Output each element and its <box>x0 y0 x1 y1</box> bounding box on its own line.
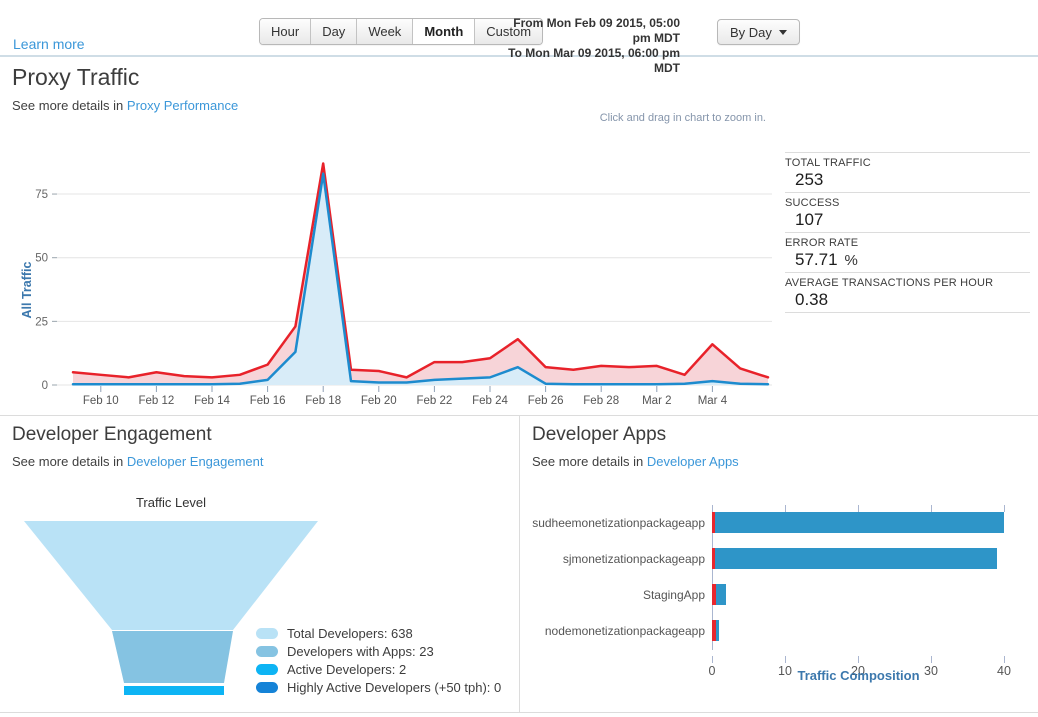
stat-label: AVERAGE TRANSACTIONS PER HOUR <box>785 277 994 289</box>
legend-item: Highly Active Developers (+50 tph): 0 <box>256 679 502 695</box>
group-by-dropdown[interactable]: By Day <box>717 19 800 45</box>
svg-text:Mar 2: Mar 2 <box>642 395 671 407</box>
funnel-segment-total-developers <box>24 521 318 630</box>
range-button-month[interactable]: Month <box>412 19 475 44</box>
svg-text:Feb 20: Feb 20 <box>361 395 397 407</box>
range-button-week[interactable]: Week <box>356 19 413 44</box>
bar-chart-top-ticks <box>519 505 1038 512</box>
subtitle-text: See more details in <box>12 98 127 113</box>
funnel-legend: Total Developers: 638 Developers with App… <box>256 626 501 698</box>
legend-label: Total Developers: 638 <box>287 625 413 641</box>
svg-text:Feb 26: Feb 26 <box>528 395 564 407</box>
svg-text:25: 25 <box>35 316 48 328</box>
svg-text:75: 75 <box>35 189 48 201</box>
svg-text:0: 0 <box>42 380 48 392</box>
bar-row: sudheemonetizationpackageapp <box>519 512 1038 533</box>
developer-engagement-title: Developer Engagement <box>12 424 212 445</box>
stat-label: TOTAL TRAFFIC <box>785 157 871 169</box>
developer-engagement-section: Developer Engagement See more details in… <box>0 415 519 712</box>
bar-row: nodemonetizationpackageapp <box>519 620 1038 641</box>
date-range-display: From Mon Feb 09 2015, 05:00 pm MDT To Mo… <box>498 16 680 76</box>
bottom-divider <box>0 712 1038 713</box>
developer-apps-link[interactable]: Developer Apps <box>647 454 739 469</box>
funnel-chart-title: Traffic Level <box>135 495 207 510</box>
legend-swatch-icon <box>256 627 278 639</box>
developer-apps-title: Developer Apps <box>532 424 667 445</box>
learn-more-link[interactable]: Learn more <box>13 36 85 52</box>
range-button-hour[interactable]: Hour <box>260 19 311 44</box>
subtitle-text: See more details in <box>532 454 647 469</box>
bar-category-label: nodemonetizationpackageapp <box>544 623 705 638</box>
svg-text:50: 50 <box>35 253 48 265</box>
bar-track <box>712 548 997 569</box>
stat-value: 0.38 <box>795 290 829 309</box>
stat-row: TOTAL TRAFFIC 253 <box>785 152 1030 192</box>
bar-category-label: sjmonetizationpackageapp <box>562 551 705 566</box>
svg-text:Feb 24: Feb 24 <box>472 395 508 407</box>
bar-segment <box>714 512 1004 533</box>
stat-label: SUCCESS <box>785 197 840 209</box>
y-axis-label: All Traffic <box>20 261 34 318</box>
stat-row: SUCCESS 107 <box>785 192 1030 232</box>
svg-text:Feb 10: Feb 10 <box>83 395 119 407</box>
bar-category-label: StagingApp <box>642 587 705 602</box>
bar-category-label: sudheemonetizationpackageapp <box>532 515 705 530</box>
stat-row: AVERAGE TRANSACTIONS PER HOUR 0.38 <box>785 272 1030 313</box>
funnel-segment-active-developers <box>124 686 224 695</box>
apps-bar-chart: sudheemonetizationpackageapp sjmonetizati… <box>519 505 1038 683</box>
legend-item: Developers with Apps: 23 <box>256 643 501 659</box>
stat-value: 253 <box>795 170 824 189</box>
proxy-traffic-chart[interactable]: 0 25 50 75 Feb 10 Feb 12 Feb 14 Feb 16 Feb 18 Feb… <box>0 140 780 412</box>
svg-text:Feb 18: Feb 18 <box>305 395 341 407</box>
svg-text:Mar 4: Mar 4 <box>698 395 728 407</box>
bar-track <box>712 620 719 641</box>
legend-swatch-icon <box>256 645 278 657</box>
developer-engagement-link[interactable]: Developer Engagement <box>127 454 264 469</box>
developer-apps-section: Developer Apps See more details in Devel… <box>519 415 1038 712</box>
group-by-label: By Day <box>730 24 772 40</box>
developer-apps-subtitle: See more details in Developer Apps <box>532 454 739 469</box>
subtitle-text: See more details in <box>12 454 127 469</box>
bar-segment <box>714 548 997 569</box>
bar-track <box>712 584 726 605</box>
legend-swatch-icon <box>256 681 278 693</box>
proxy-traffic-subtitle: See more details in Proxy Performance <box>12 98 238 113</box>
proxy-performance-link[interactable]: Proxy Performance <box>127 98 238 113</box>
bar-row: StagingApp <box>519 584 1038 605</box>
stat-value: 57.71% <box>795 250 858 269</box>
svg-text:Feb 16: Feb 16 <box>250 395 286 407</box>
svg-text:Feb 14: Feb 14 <box>194 395 230 407</box>
bar-track <box>712 512 1004 533</box>
developer-engagement-subtitle: See more details in Developer Engagement <box>12 454 264 469</box>
legend-item: Active Developers: 2 <box>256 661 501 677</box>
stat-label: ERROR RATE <box>785 237 859 249</box>
bar-segment <box>716 620 719 641</box>
date-from: From Mon Feb 09 2015, 05:00 pm MDT <box>513 16 680 45</box>
caret-down-icon <box>778 29 787 35</box>
chart-zoom-hint: Click and drag in chart to zoom in. <box>599 112 766 124</box>
bar-row: sjmonetizationpackageapp <box>519 548 1038 569</box>
range-button-day[interactable]: Day <box>310 19 357 44</box>
bar-chart-x-axis-label: Traffic Composition <box>797 668 920 683</box>
funnel-segment-developers-with-apps <box>112 631 233 683</box>
traffic-stats-panel: TOTAL TRAFFIC 253 SUCCESS 107 ERROR RATE 57.7… <box>785 152 1030 313</box>
legend-swatch-icon <box>256 663 278 675</box>
bar-chart-x-ticks <box>519 656 1038 664</box>
legend-item: Total Developers: 638 <box>256 625 501 641</box>
legend-label: Highly Active Developers (+50 tph): 0 <box>287 679 502 695</box>
date-to: To Mon Mar 09 2015, 06:00 pm MDT <box>508 46 680 75</box>
svg-text:Feb 22: Feb 22 <box>416 395 452 407</box>
legend-label: Developers with Apps: 23 <box>287 643 434 659</box>
dashboard-page: Learn more Hour Day Week Month Custom From M… <box>0 0 1038 717</box>
svg-text:Feb 28: Feb 28 <box>583 395 619 407</box>
stat-row: ERROR RATE 57.71% <box>785 232 1030 272</box>
bar-segment <box>715 584 726 605</box>
stat-value: 107 <box>795 210 824 229</box>
svg-text:Feb 12: Feb 12 <box>138 395 174 407</box>
proxy-traffic-title: Proxy Traffic <box>12 64 140 90</box>
header-bar: Learn more Hour Day Week Month Custom From M… <box>0 0 1038 75</box>
legend-label: Active Developers: 2 <box>287 661 407 677</box>
